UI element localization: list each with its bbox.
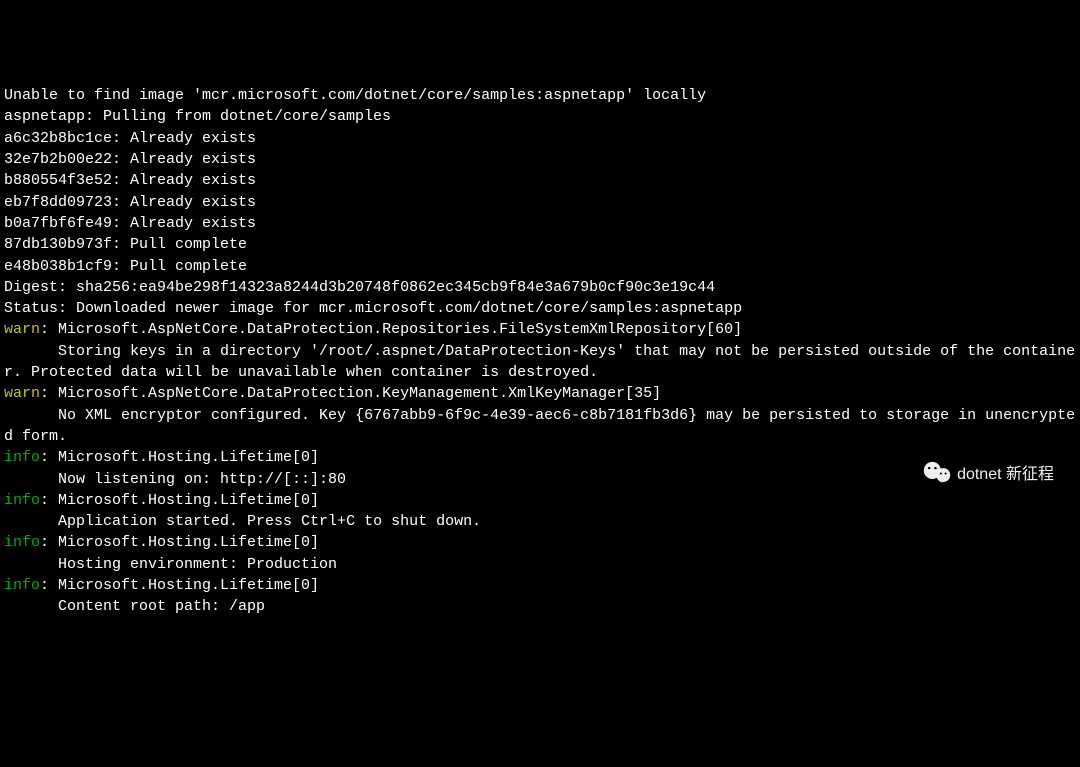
log-text: 87db130b973f: Pull complete bbox=[4, 236, 247, 253]
terminal-line: info: Microsoft.Hosting.Lifetime[0] bbox=[4, 447, 1076, 468]
log-text: Storing keys in a directory '/root/.aspn… bbox=[4, 343, 1075, 381]
terminal-line: Application started. Press Ctrl+C to shu… bbox=[4, 511, 1076, 532]
terminal-line: 87db130b973f: Pull complete bbox=[4, 234, 1076, 255]
terminal-line: Storing keys in a directory '/root/.aspn… bbox=[4, 341, 1076, 384]
terminal-line: Digest: sha256:ea94be298f14323a8244d3b20… bbox=[4, 277, 1076, 298]
log-text: Now listening on: http://[::]:80 bbox=[4, 471, 346, 488]
terminal-line: Status: Downloaded newer image for mcr.m… bbox=[4, 298, 1076, 319]
terminal-line: eb7f8dd09723: Already exists bbox=[4, 192, 1076, 213]
log-level-info: info bbox=[4, 577, 40, 594]
terminal-line: Now listening on: http://[::]:80 bbox=[4, 469, 1076, 490]
terminal-line: No XML encryptor configured. Key {6767ab… bbox=[4, 405, 1076, 448]
log-text: Digest: sha256:ea94be298f14323a8244d3b20… bbox=[4, 279, 715, 296]
terminal-line: info: Microsoft.Hosting.Lifetime[0] bbox=[4, 532, 1076, 553]
log-text: a6c32b8bc1ce: Already exists bbox=[4, 130, 256, 147]
log-text: 32e7b2b00e22: Already exists bbox=[4, 151, 256, 168]
log-text: : Microsoft.Hosting.Lifetime[0] bbox=[40, 577, 319, 594]
terminal-line: Hosting environment: Production bbox=[4, 554, 1076, 575]
terminal-line: info: Microsoft.Hosting.Lifetime[0] bbox=[4, 490, 1076, 511]
log-text: : Microsoft.Hosting.Lifetime[0] bbox=[40, 449, 319, 466]
log-level-info: info bbox=[4, 492, 40, 509]
log-level-warn: warn bbox=[4, 321, 40, 338]
terminal-output: Unable to find image 'mcr.microsoft.com/… bbox=[4, 85, 1076, 617]
terminal-line: info: Microsoft.Hosting.Lifetime[0] bbox=[4, 575, 1076, 596]
log-text: Application started. Press Ctrl+C to shu… bbox=[4, 513, 481, 530]
terminal-line: a6c32b8bc1ce: Already exists bbox=[4, 128, 1076, 149]
log-text: e48b038b1cf9: Pull complete bbox=[4, 258, 247, 275]
terminal-line: e48b038b1cf9: Pull complete bbox=[4, 256, 1076, 277]
log-level-warn: warn bbox=[4, 385, 40, 402]
terminal-line: b0a7fbf6fe49: Already exists bbox=[4, 213, 1076, 234]
log-text: Content root path: /app bbox=[4, 598, 265, 615]
terminal-line: b880554f3e52: Already exists bbox=[4, 170, 1076, 191]
log-text: : Microsoft.AspNetCore.DataProtection.Ke… bbox=[40, 385, 661, 402]
log-text: No XML encryptor configured. Key {6767ab… bbox=[4, 407, 1075, 445]
log-text: Status: Downloaded newer image for mcr.m… bbox=[4, 300, 742, 317]
log-text: b0a7fbf6fe49: Already exists bbox=[4, 215, 256, 232]
terminal-line: Content root path: /app bbox=[4, 596, 1076, 617]
log-text: Hosting environment: Production bbox=[4, 556, 337, 573]
log-text: aspnetapp: Pulling from dotnet/core/samp… bbox=[4, 108, 391, 125]
log-text: : Microsoft.AspNetCore.DataProtection.Re… bbox=[40, 321, 742, 338]
log-level-info: info bbox=[4, 449, 40, 466]
log-text: b880554f3e52: Already exists bbox=[4, 172, 256, 189]
terminal-line: Unable to find image 'mcr.microsoft.com/… bbox=[4, 85, 1076, 106]
terminal-line: warn: Microsoft.AspNetCore.DataProtectio… bbox=[4, 319, 1076, 340]
log-text: eb7f8dd09723: Already exists bbox=[4, 194, 256, 211]
terminal-line: warn: Microsoft.AspNetCore.DataProtectio… bbox=[4, 383, 1076, 404]
log-text: : Microsoft.Hosting.Lifetime[0] bbox=[40, 492, 319, 509]
log-text: Unable to find image 'mcr.microsoft.com/… bbox=[4, 87, 706, 104]
terminal-line: 32e7b2b00e22: Already exists bbox=[4, 149, 1076, 170]
terminal-line: aspnetapp: Pulling from dotnet/core/samp… bbox=[4, 106, 1076, 127]
